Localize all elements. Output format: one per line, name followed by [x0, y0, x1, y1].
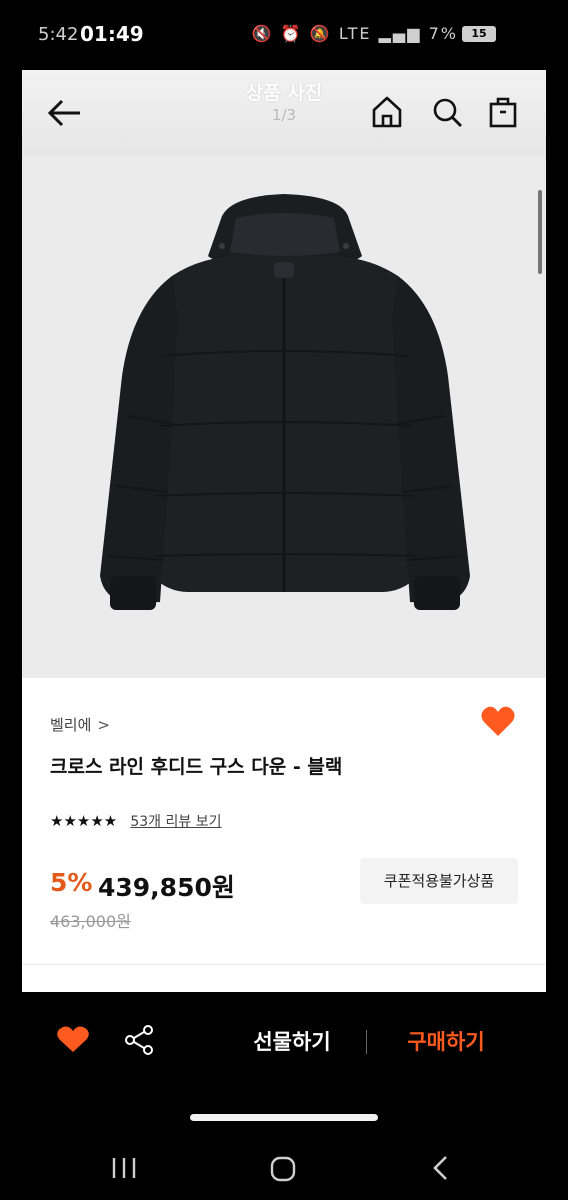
- sale-price: 439,850원: [98, 873, 235, 902]
- bottom-action-bar: 선물하기 구매하기: [0, 992, 568, 1088]
- like-heart-icon[interactable]: [56, 1024, 90, 1054]
- original-price: 463,000원: [50, 912, 131, 931]
- app-header: 상품 사진 1/3: [22, 70, 546, 156]
- buy-button[interactable]: 구매하기: [384, 1026, 508, 1056]
- product-name: 크로스 라인 후디드 구스 다운 - 블랙: [50, 756, 343, 778]
- back-nav-icon[interactable]: [430, 1154, 452, 1182]
- share-icon[interactable]: [124, 1024, 156, 1056]
- status-time: 5:42: [38, 24, 79, 45]
- discount-rate: 5%: [50, 868, 93, 897]
- recent-apps-icon[interactable]: [110, 1156, 138, 1180]
- overlay-time: 01:49: [80, 22, 144, 46]
- gift-button[interactable]: 선물하기: [222, 1026, 362, 1056]
- review-link[interactable]: 53개 리뷰 보기: [130, 811, 221, 831]
- coupon-button[interactable]: 쿠폰적용불가상품: [360, 858, 518, 904]
- status-bar: 5:42 01:49 🔇 ⏰ 🔕 LTE ▂▄▆ 7% 15: [0, 0, 568, 70]
- heart-icon[interactable]: [480, 704, 516, 738]
- brand-name: 벨리에: [50, 716, 92, 734]
- status-icons: 🔇 ⏰ 🔕 LTE ▂▄▆ 7%: [251, 24, 458, 43]
- product-info: 벨리에 > 크로스 라인 후디드 구스 다운 - 블랙 ★★★★★ 53개 리뷰 …: [22, 678, 546, 992]
- divider: [366, 1030, 367, 1054]
- star-rating-icon: ★★★★★: [50, 811, 118, 830]
- chevron-right-icon: >: [97, 716, 110, 734]
- search-icon[interactable]: [430, 94, 464, 130]
- rating: ★★★★★ 53개 리뷰 보기: [50, 810, 221, 830]
- battery-icon: 15: [462, 26, 496, 42]
- divider: [22, 964, 546, 965]
- down-jacket-image: [100, 194, 470, 610]
- shopping-bag-icon[interactable]: [486, 94, 520, 130]
- page-title: 상품 사진: [245, 82, 323, 104]
- home-icon[interactable]: [370, 94, 404, 130]
- system-nav-bar: [0, 1136, 568, 1200]
- app-screen: 상품 사진 1/3 벨리에 > 크로스 라인 후디드 구스 다운 - 블랙 ★★…: [22, 70, 546, 992]
- brand-link[interactable]: 벨리에 >: [50, 714, 110, 735]
- image-counter: 1/3: [271, 106, 297, 124]
- home-nav-icon[interactable]: [270, 1156, 296, 1182]
- scroll-indicator: [538, 190, 542, 274]
- home-indicator[interactable]: [190, 1114, 378, 1121]
- product-image[interactable]: [22, 156, 546, 678]
